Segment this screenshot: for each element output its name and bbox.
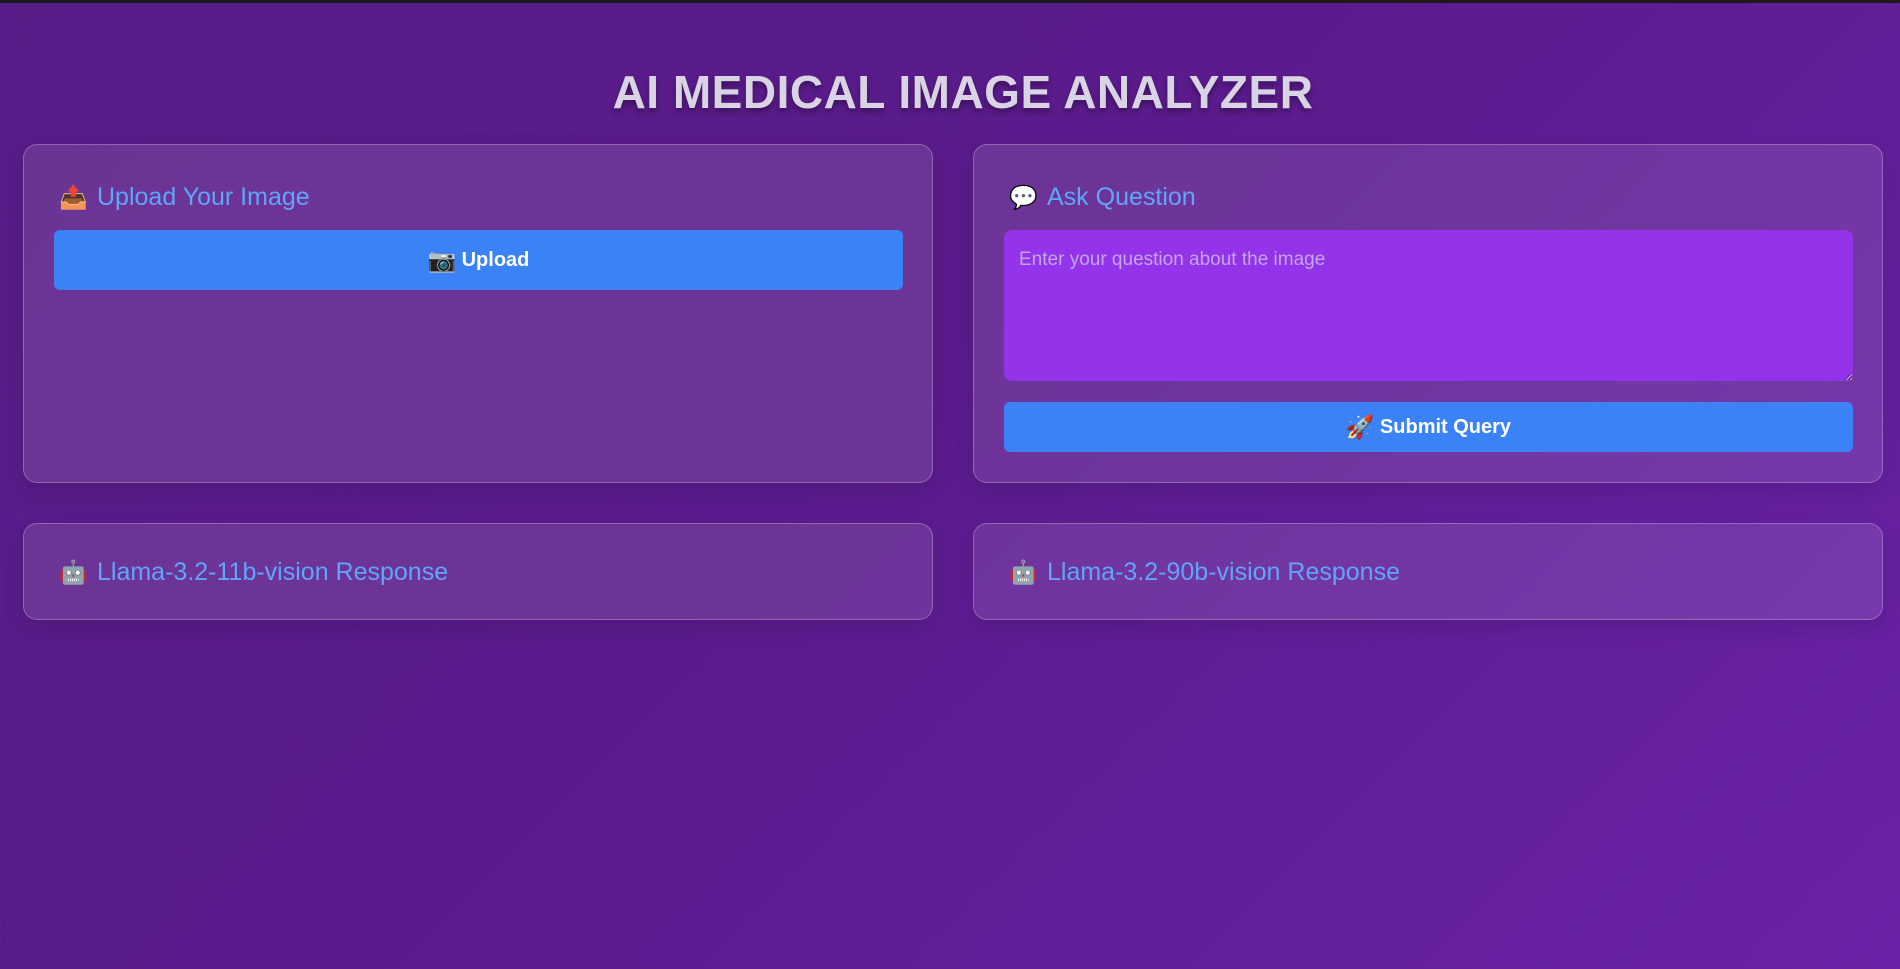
speech-bubble-icon: 💬 xyxy=(1009,183,1038,210)
robot-icon: 🤖 xyxy=(59,558,88,585)
upload-panel-heading: 📤 Upload Your Image xyxy=(59,179,310,215)
ask-question-heading: 💬 Ask Question xyxy=(1009,179,1196,215)
llama-90b-response-heading: 🤖 Llama-3.2-90b-vision Response xyxy=(1009,554,1400,590)
robot-icon: 🤖 xyxy=(1009,558,1038,585)
submit-query-button[interactable]: 🚀 Submit Query xyxy=(1004,402,1853,452)
ask-question-panel: 💬 Ask Question 🚀 Submit Query xyxy=(973,144,1883,483)
page-title: AI MEDICAL IMAGE ANALYZER xyxy=(612,65,1314,118)
outbox-tray-icon: 📤 xyxy=(59,183,88,210)
llama-11b-response-panel: 🤖 Llama-3.2-11b-vision Response xyxy=(23,523,933,620)
rocket-icon: 🚀 xyxy=(1345,413,1375,440)
upload-button-label: Upload xyxy=(461,248,530,271)
upload-button[interactable]: 📷 Upload xyxy=(54,230,903,290)
ask-question-title: Ask Question xyxy=(1047,182,1196,211)
submit-query-label: Submit Query xyxy=(1379,415,1512,438)
upload-panel: 📤 Upload Your Image 📷 Upload xyxy=(23,144,933,483)
camera-icon: 📷 xyxy=(427,246,457,273)
question-input[interactable] xyxy=(1004,230,1853,381)
llama-11b-response-heading: 🤖 Llama-3.2-11b-vision Response xyxy=(59,554,448,590)
window-top-border xyxy=(0,0,1900,3)
upload-panel-title: Upload Your Image xyxy=(97,182,310,211)
llama-90b-response-panel: 🤖 Llama-3.2-90b-vision Response xyxy=(973,523,1883,620)
llama-90b-response-title: Llama-3.2-90b-vision Response xyxy=(1047,557,1400,586)
llama-11b-response-title: Llama-3.2-11b-vision Response xyxy=(97,557,449,586)
